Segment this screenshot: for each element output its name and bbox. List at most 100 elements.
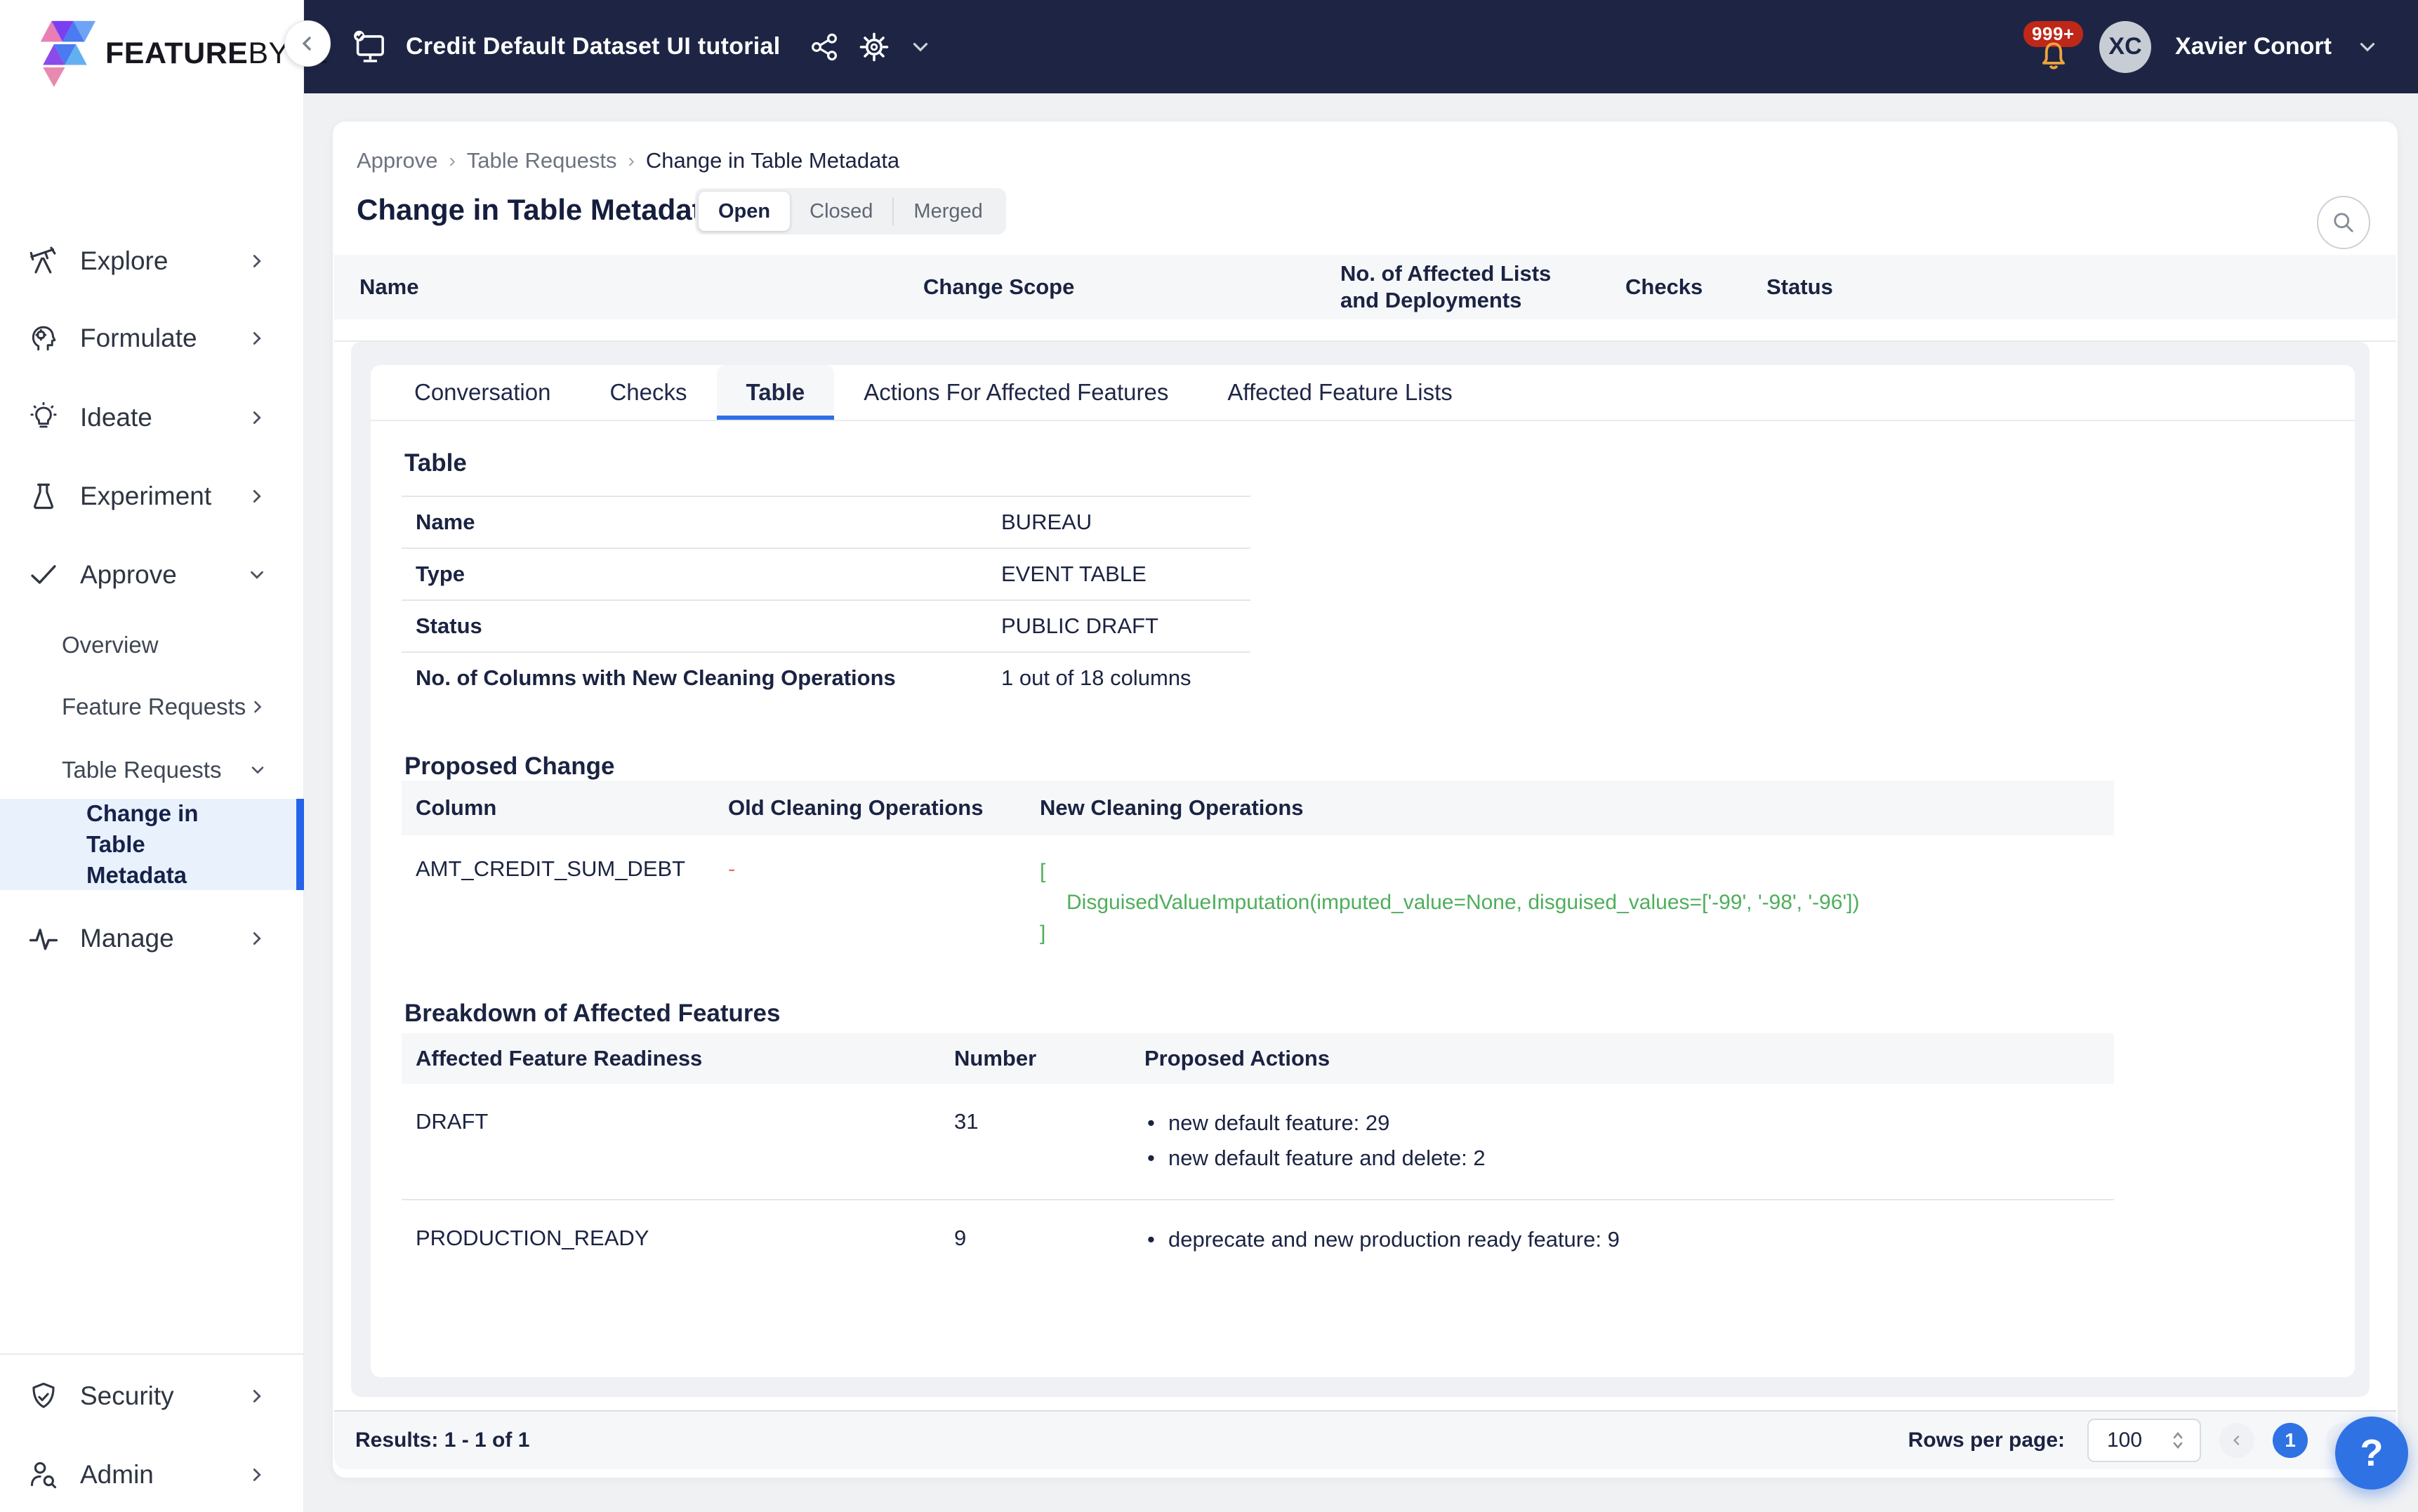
breadcrumb: Approve › Table Requests › Change in Tab… <box>357 148 899 173</box>
sidebar-item-approve[interactable]: Approve <box>0 555 304 595</box>
sidebar-item-table-requests[interactable]: Table Requests <box>0 752 304 788</box>
sidebar-collapse-button[interactable] <box>284 20 331 67</box>
project-title: Credit Default Dataset UI tutorial <box>406 33 781 60</box>
breakdown-header: Affected Feature Readiness Number Propos… <box>402 1033 2114 1084</box>
sidebar-divider <box>0 1353 304 1355</box>
tab-affected-feature-lists[interactable]: Affected Feature Lists <box>1198 365 1481 420</box>
notifications-bell-icon[interactable]: 999+ <box>2023 20 2083 72</box>
code-bracket-open: [ <box>1040 860 1046 883</box>
settings-gear-icon[interactable] <box>858 31 890 63</box>
column-header-proposed-actions: Proposed Actions <box>1144 1046 1330 1070</box>
sidebar-item-manage[interactable]: Manage <box>0 918 304 959</box>
sidebar-item-overview[interactable]: Overview <box>0 627 304 663</box>
readiness-cell: PRODUCTION_READY <box>416 1226 649 1250</box>
chevron-down-icon <box>248 760 267 780</box>
rows-per-page-label: Rows per page: <box>1908 1428 2065 1452</box>
main-content-card: Approve › Table Requests › Change in Tab… <box>333 121 2398 1478</box>
topbar: Credit Default Dataset UI tutorial 999+ <box>0 0 2418 93</box>
rows-per-page-select[interactable]: 100 <box>2087 1419 2201 1462</box>
person-search-icon <box>28 1459 59 1490</box>
lightbulb-icon <box>28 402 59 433</box>
kv-row-status: Status PUBLIC DRAFT <box>402 599 1250 651</box>
tab-conversation[interactable]: Conversation <box>385 365 580 420</box>
chevron-right-icon <box>246 928 267 949</box>
share-icon[interactable] <box>809 32 840 62</box>
sidebar-item-admin[interactable]: Admin <box>0 1454 304 1495</box>
sidebar-item-security[interactable]: Security <box>0 1376 304 1417</box>
sidebar-item-formulate[interactable]: Formulate <box>0 318 304 359</box>
column-header-change-scope: Change Scope <box>923 274 1075 299</box>
sidebar-item-label: Approve <box>80 560 177 589</box>
request-list-row[interactable] <box>334 319 2396 342</box>
tab-actions-for-affected-features[interactable]: Actions For Affected Features <box>834 365 1198 420</box>
help-button[interactable]: ? <box>2335 1417 2408 1490</box>
kv-label: Status <box>416 614 482 638</box>
detail-inset: Conversation Checks Table Actions For Af… <box>351 342 2370 1397</box>
sidebar-item-explore[interactable]: Explore <box>0 241 304 281</box>
rows-per-page-value: 100 <box>2107 1428 2143 1452</box>
featurebyte-logo[interactable]: FEATUREBYTE <box>0 0 328 87</box>
kv-row-name: Name BUREAU <box>402 496 1250 548</box>
column-header-number: Number <box>954 1046 1037 1070</box>
page-title: Change in Table Metadata <box>357 193 718 226</box>
breadcrumb-approve[interactable]: Approve <box>357 148 437 173</box>
breakdown-table: Affected Feature Readiness Number Propos… <box>402 1033 2114 1280</box>
number-cell: 31 <box>954 1109 979 1134</box>
kv-label: Type <box>416 562 465 586</box>
sidebar-item-change-in-table-metadata[interactable]: Change in Table Metadata <box>0 799 304 890</box>
user-name: Xavier Conort <box>2175 33 2332 60</box>
detail-panel: Conversation Checks Table Actions For Af… <box>371 365 2355 1377</box>
table-row: DRAFT 31 new default feature: 29 new def… <box>402 1084 2114 1199</box>
sidebar-item-label: Admin <box>80 1460 154 1489</box>
tab-checks[interactable]: Checks <box>580 365 716 420</box>
telescope-icon <box>28 246 59 277</box>
search-button[interactable] <box>2317 196 2370 249</box>
catalog-monitor-icon <box>351 29 388 65</box>
breadcrumb-current: Change in Table Metadata <box>645 148 900 173</box>
chevron-right-icon <box>248 697 267 717</box>
table-row: PRODUCTION_READY 9 deprecate and new pro… <box>402 1199 2114 1280</box>
proposed-actions-cell: new default feature: 29 new default feat… <box>1144 1109 2114 1172</box>
breadcrumb-table-requests[interactable]: Table Requests <box>467 148 617 173</box>
pagination-page-1[interactable]: 1 <box>2273 1423 2308 1458</box>
filter-closed[interactable]: Closed <box>790 192 892 231</box>
sidebar-item-ideate[interactable]: Ideate <box>0 397 304 438</box>
column-header-checks: Checks <box>1625 274 1703 299</box>
project-menu-chevron-down-icon[interactable] <box>909 35 932 59</box>
user-menu-chevron-down-icon[interactable] <box>2356 35 2379 59</box>
detail-tabs: Conversation Checks Table Actions For Af… <box>371 365 2355 421</box>
chevron-right-icon <box>246 251 267 272</box>
user-avatar[interactable]: XC <box>2099 20 2152 73</box>
filter-merged[interactable]: Merged <box>894 192 1002 231</box>
featurebyte-logo-icon <box>39 20 95 87</box>
code-body: DisguisedValueImputation(imputed_value=N… <box>1066 891 1860 914</box>
sidebar-item-experiment[interactable]: Experiment <box>0 476 304 517</box>
activity-pulse-icon <box>28 923 59 954</box>
column-header-column: Column <box>416 795 497 820</box>
kv-value: 1 out of 18 columns <box>1001 665 1191 690</box>
state-filter-segmented-control: Open Closed Merged <box>695 188 1006 234</box>
sidebar-item-label: Experiment <box>80 482 212 510</box>
action-item: new default feature: 29 <box>1144 1109 2114 1137</box>
sidebar-item-label: Security <box>80 1381 174 1410</box>
sidebar-item-feature-requests[interactable]: Feature Requests <box>0 689 304 725</box>
sidebar-item-label: Ideate <box>80 403 152 432</box>
request-list-header: Name Change Scope No. of Affected Lists … <box>334 255 2396 319</box>
chevron-right-icon <box>246 1464 267 1485</box>
proposed-change-table: Column Old Cleaning Operations New Clean… <box>402 781 2114 959</box>
column-header-affected-lists: No. of Affected Lists and Deployments <box>1340 261 1552 312</box>
sidebar: FEATUREBYTE Explore Formulate <box>0 0 328 1512</box>
chevron-right-icon <box>246 1386 267 1407</box>
pagination-prev-button[interactable] <box>2219 1423 2254 1458</box>
kv-label: Name <box>416 510 475 534</box>
table-details: Name BUREAU Type EVENT TABLE Status PUBL… <box>402 496 1250 703</box>
new-cleaning-operations-cell: [ DisguisedValueImputation(imputed_value… <box>1040 856 2114 949</box>
action-item: deprecate and new production ready featu… <box>1144 1226 2114 1254</box>
results-count: Results: 1 - 1 of 1 <box>355 1428 530 1452</box>
chevron-right-icon <box>246 328 267 349</box>
action-item: new default feature and delete: 2 <box>1144 1144 2114 1172</box>
filter-open[interactable]: Open <box>699 192 791 231</box>
sidebar-item-label: Manage <box>80 924 174 953</box>
sidebar-item-label: Formulate <box>80 324 197 352</box>
tab-table[interactable]: Table <box>716 365 835 420</box>
